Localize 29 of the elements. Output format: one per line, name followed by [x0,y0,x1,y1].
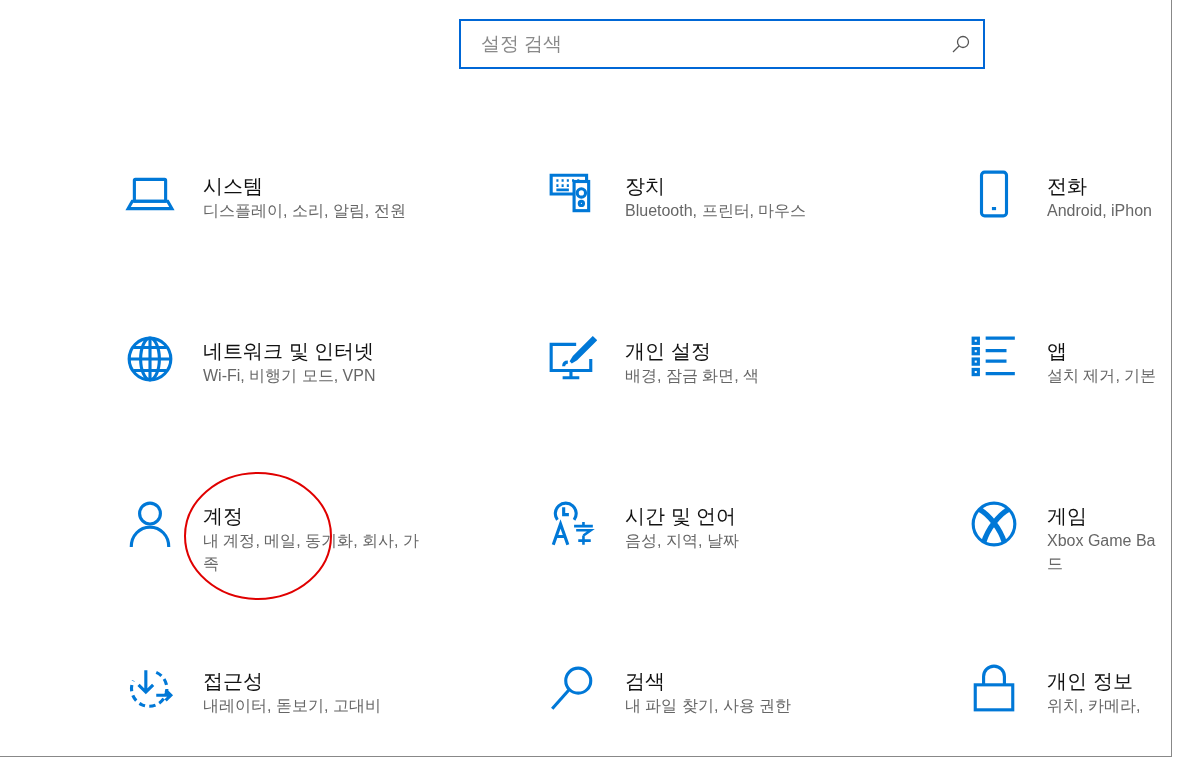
category-title: 앱 [1047,339,1068,364]
category-title: 네트워크 및 인터넷 [203,339,376,364]
category-description: 드 [1047,554,1064,574]
category-description: 내레이터, 돋보기, 고대비 [203,696,381,716]
category-title: 접근성 [203,669,264,694]
category-description: 족 [203,554,220,574]
category-description: Wi-Fi, 비행기 모드, VPN [203,366,376,386]
category-title: 개인 설정 [625,339,712,364]
category-description: Xbox Game Ba [1047,531,1156,551]
category-title: 게임 [1047,504,1088,529]
search-icon [951,34,971,54]
category-description: 음성, 지역, 날짜 [625,531,739,551]
xbox-icon [969,499,1019,549]
category-title: 검색 [625,669,666,694]
search-field[interactable]: 설정 검색 [459,19,985,69]
globe-icon [125,334,175,384]
category-title: 전화 [1047,174,1088,199]
category-description: Android, iPhon [1047,201,1152,221]
category-description: 내 파일 찾기, 사용 권한 [625,696,792,716]
category-title: 개인 정보 [1047,669,1134,694]
category-title: 시간 및 언어 [625,504,738,529]
category-description: 디스플레이, 소리, 알림, 전원 [203,201,406,221]
category-title: 장치 [625,174,666,199]
category-description: 위치, 카메라, [1047,696,1141,716]
category-description: Bluetooth, 프린터, 마우스 [625,201,807,221]
category-title: 계정 [203,504,244,529]
category-title: 시스템 [203,174,264,199]
category-description: 배경, 잠금 화면, 색 [625,366,760,386]
category-description: 설치 제거, 기본 [1047,366,1157,386]
